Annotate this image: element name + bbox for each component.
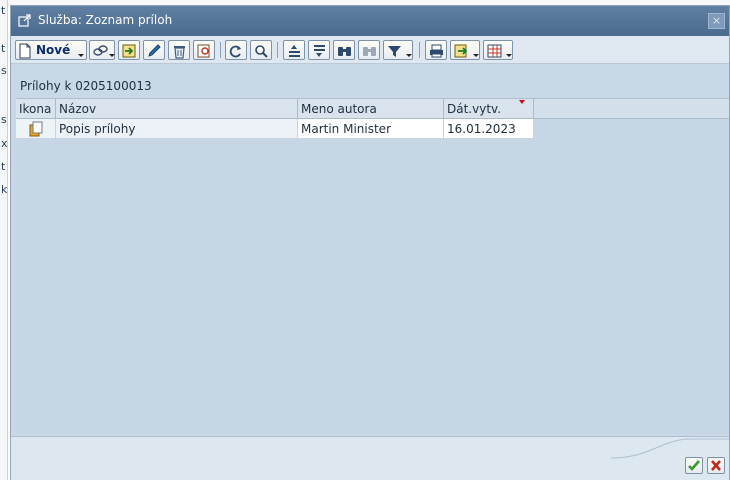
attachments-caption: Prílohy k 0205100013	[20, 79, 152, 93]
new-dropdown-button[interactable]: Nové	[15, 40, 87, 60]
attachments-grid	[16, 99, 729, 434]
toolbar-separator	[419, 42, 420, 58]
row-icon-cell[interactable]	[16, 119, 56, 139]
binoculars-icon	[338, 47, 351, 56]
dropdown-arrow-icon	[506, 54, 512, 57]
display-document-icon	[197, 44, 210, 58]
layout-grid-icon	[487, 44, 502, 58]
background-window-edge: t t s s x t k	[0, 0, 8, 480]
attachment-list-dialog: Služba: Zoznam príloh × Nové Prílohy k 0…	[10, 5, 730, 480]
layout-button[interactable]	[483, 40, 513, 60]
toolbar-separator	[220, 42, 221, 58]
sort-indicator-icon	[519, 100, 525, 104]
import-icon	[122, 44, 136, 58]
copy-document-icon	[29, 121, 43, 137]
print-button[interactable]	[425, 40, 447, 60]
dialog-title-bar[interactable]: Služba: Zoznam príloh ×	[11, 6, 729, 36]
sort-ascending-icon	[289, 45, 300, 57]
dialog-title: Služba: Zoznam príloh	[38, 13, 173, 27]
details-button[interactable]	[250, 40, 272, 60]
filter-button[interactable]	[383, 40, 413, 60]
find-button[interactable]	[333, 40, 355, 60]
green-check-icon	[688, 460, 700, 471]
dropdown-arrow-icon	[406, 54, 412, 57]
sort-ascending-button[interactable]	[283, 40, 305, 60]
dialog-footer	[11, 436, 729, 480]
table-row[interactable]: Popis prílohy Martin Minister 16.01.2023	[11, 119, 729, 139]
dropdown-arrow-icon	[78, 54, 84, 57]
refresh-button[interactable]	[225, 40, 247, 60]
footer-divider	[611, 438, 729, 459]
toolbar-separator	[277, 42, 278, 58]
background-text-fragment: s	[1, 64, 7, 77]
filter-icon	[388, 46, 401, 57]
edit-button[interactable]	[143, 40, 165, 60]
sort-descending-button[interactable]	[308, 40, 330, 60]
link-attachment-button[interactable]	[89, 40, 115, 60]
printer-icon	[430, 44, 443, 58]
red-x-icon	[711, 460, 721, 471]
find-next-button[interactable]	[358, 40, 380, 60]
pencil-icon	[148, 44, 161, 57]
background-text-fragment: t	[1, 4, 6, 17]
background-text-fragment: t	[1, 42, 6, 55]
binoculars-next-icon	[363, 47, 376, 56]
cell-date[interactable]: 16.01.2023	[444, 119, 534, 139]
cell-name[interactable]: Popis prílohy	[56, 119, 298, 139]
refresh-icon	[229, 45, 241, 58]
export-icon	[454, 44, 468, 58]
cancel-button[interactable]	[707, 457, 725, 474]
dropdown-arrow-icon	[109, 54, 115, 57]
background-text-fragment: s	[1, 113, 7, 126]
background-text-fragment: t	[1, 160, 6, 173]
export-button[interactable]	[450, 40, 480, 60]
display-attachment-button[interactable]	[193, 40, 215, 60]
link-icon	[93, 45, 108, 56]
column-header-filler	[534, 99, 729, 119]
column-header-icon[interactable]: Ikona	[16, 99, 56, 119]
column-header-name[interactable]: Názov	[56, 99, 298, 119]
delete-button[interactable]	[168, 40, 190, 60]
background-text-fragment: x	[1, 137, 8, 150]
toolbar: Nové	[11, 36, 729, 64]
magnifier-icon	[255, 45, 268, 58]
dropdown-arrow-icon	[473, 54, 479, 57]
cell-author[interactable]: Martin Minister	[298, 119, 444, 139]
column-header-author[interactable]: Meno autora	[298, 99, 444, 119]
trash-icon	[174, 46, 185, 59]
background-text-fragment: k	[1, 183, 8, 196]
new-button-label: Nové	[36, 43, 71, 57]
close-button[interactable]: ×	[708, 13, 725, 29]
sort-descending-icon	[314, 45, 325, 57]
external-window-icon	[18, 14, 31, 27]
confirm-button[interactable]	[685, 457, 703, 474]
import-button[interactable]	[118, 40, 140, 60]
new-document-icon	[19, 43, 31, 59]
